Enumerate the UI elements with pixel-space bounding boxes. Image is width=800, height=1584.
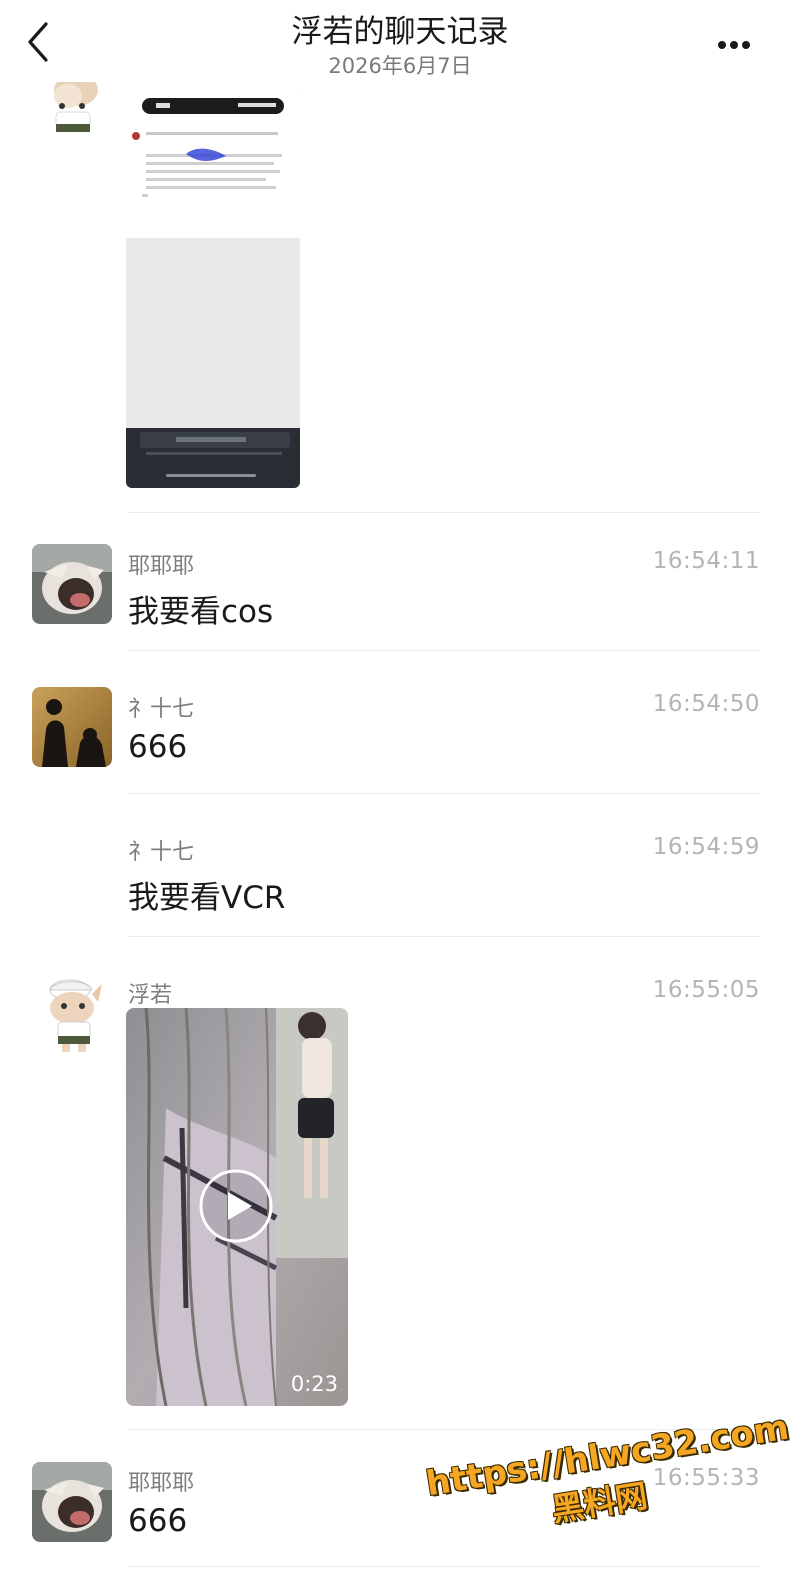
sender-name: 礻十七 bbox=[128, 840, 195, 865]
message-divider bbox=[128, 512, 760, 513]
message-time: 16:54:50 bbox=[652, 691, 760, 717]
message-text[interactable]: 我要看cos bbox=[128, 586, 273, 631]
message-time: 16:54:11 bbox=[652, 548, 760, 574]
message-text[interactable]: 我要看VCR bbox=[128, 872, 285, 917]
avatar[interactable] bbox=[32, 544, 112, 624]
chat-date: 2026年6月7日 bbox=[328, 54, 472, 78]
avatar[interactable] bbox=[32, 1462, 112, 1542]
watermark: https://hlwc32.com 黑料网 bbox=[423, 1408, 796, 1576]
message-time: 16:54:59 bbox=[652, 834, 760, 860]
page-title: 浮若的聊天记录 bbox=[291, 14, 509, 50]
sender-name: 浮若 bbox=[128, 983, 173, 1008]
avatar[interactable] bbox=[32, 687, 112, 767]
message-divider bbox=[128, 650, 760, 651]
more-dots-icon bbox=[718, 34, 754, 53]
sender-name: 耶耶耶 bbox=[128, 1471, 195, 1496]
play-icon[interactable] bbox=[198, 1168, 274, 1244]
avatar[interactable] bbox=[32, 974, 112, 1054]
chat-history-header: 浮若的聊天记录 2026年6月7日 bbox=[0, 0, 800, 88]
sender-name: 耶耶耶 bbox=[128, 554, 195, 579]
message-time: 16:55:05 bbox=[652, 977, 760, 1003]
sender-name: 礻十七 bbox=[128, 697, 195, 722]
message-divider bbox=[128, 936, 760, 937]
more-button[interactable] bbox=[718, 34, 758, 49]
video-duration: 0:23 bbox=[290, 1372, 338, 1396]
message-divider bbox=[128, 793, 760, 794]
video-message-thumbnail[interactable]: 0:23 bbox=[126, 1008, 348, 1406]
message-text[interactable]: 666 bbox=[128, 729, 187, 765]
avatar[interactable] bbox=[30, 82, 110, 152]
message-text[interactable]: 666 bbox=[128, 1503, 187, 1539]
image-message-thumbnail[interactable] bbox=[126, 92, 300, 488]
